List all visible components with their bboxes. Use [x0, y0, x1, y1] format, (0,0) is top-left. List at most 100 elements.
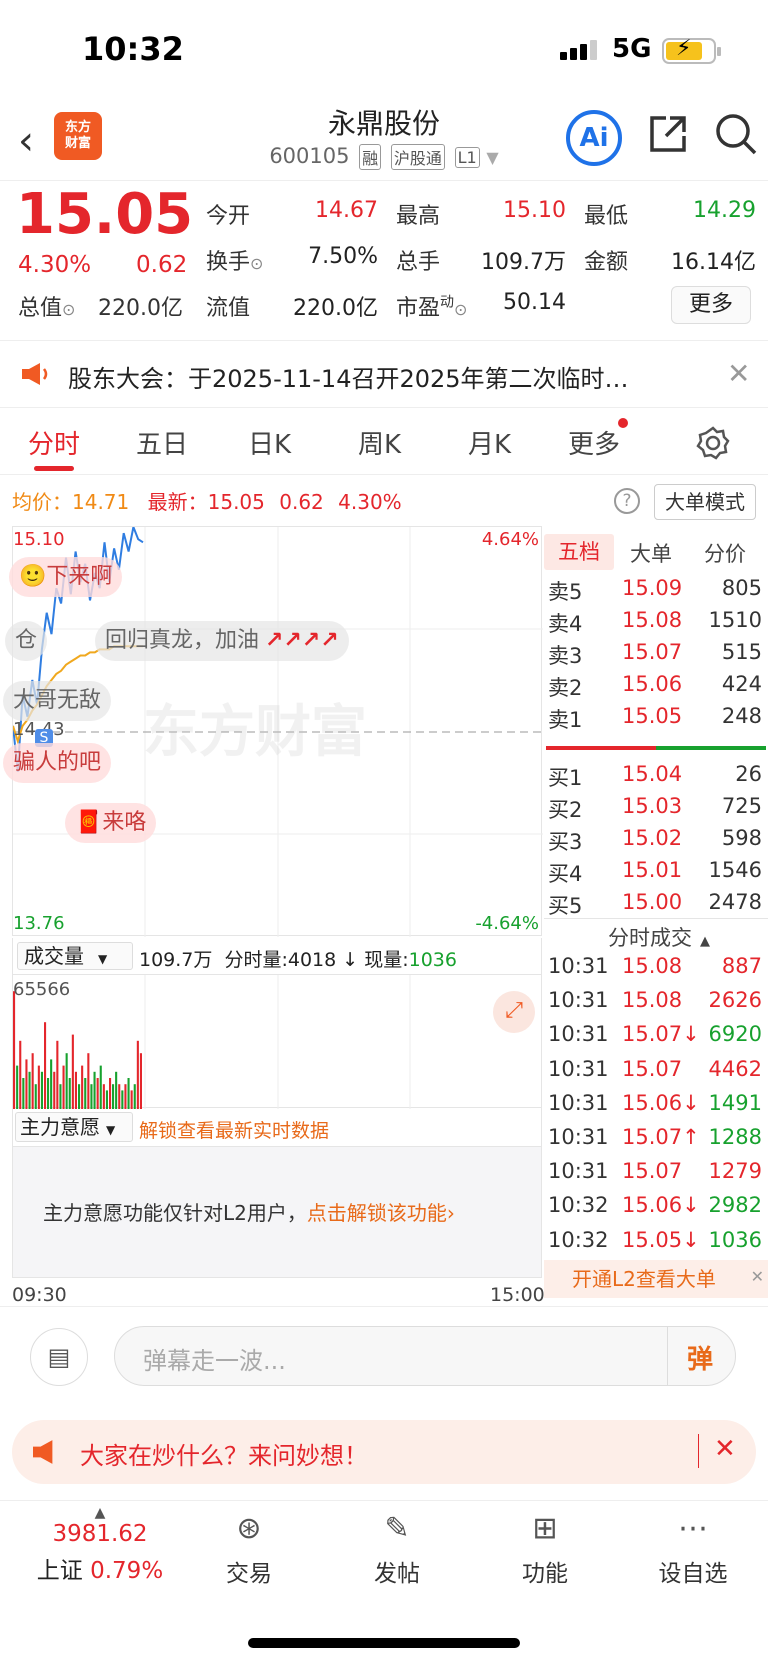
intent-panel: 主力意愿功能仅针对L2用户，点击解锁该功能›: [12, 1146, 542, 1278]
search-icon[interactable]: [714, 112, 758, 156]
orderbook-row: 买4 15.01 1546: [544, 858, 768, 890]
trade-price: 15.07↑: [622, 1125, 700, 1149]
orderbook-row: 卖1 15.05 248: [544, 704, 768, 736]
nav-watchlist[interactable]: ⋯ 设自选: [618, 1511, 768, 1588]
info-icon[interactable]: ⊙: [454, 300, 467, 319]
volume-bar: [99, 1065, 102, 1109]
nav-functions[interactable]: ⊞ 功能: [470, 1511, 620, 1588]
list-settings-icon[interactable]: ▤: [30, 1328, 88, 1386]
ask-volume: 248: [721, 704, 762, 728]
trade-volume: 1288: [708, 1125, 762, 1149]
trade-time: 10:32: [548, 1193, 609, 1218]
trade-volume: 1279: [708, 1159, 762, 1184]
danmu-text: 大哥无敌: [13, 688, 102, 713]
volume-bar: [78, 1084, 81, 1109]
trade-row: 10:32 15.05↓ 1036: [544, 1228, 768, 1260]
volume-bar: [130, 1090, 133, 1109]
tab-monthly-k[interactable]: 月K: [468, 424, 511, 461]
unlock-link[interactable]: 解锁查看最新实时数据: [139, 1116, 329, 1143]
dropdown-icon[interactable]: ▼: [486, 148, 498, 167]
comment-input[interactable]: 弹幕走一波... 弹: [114, 1326, 736, 1386]
time-end: 15:00: [490, 1284, 545, 1306]
turnover-label-text: 换手: [206, 250, 251, 275]
volume-chart[interactable]: 65566 ⤢: [12, 974, 542, 1109]
l2-banner[interactable]: 开通L2查看大单 ✕: [544, 1260, 768, 1298]
share-icon[interactable]: [648, 114, 688, 154]
danmu-text: 仓: [15, 628, 38, 653]
trade-price: 15.06↓: [622, 1193, 700, 1218]
unlock-feature-link[interactable]: 点击解锁该功能: [307, 1201, 447, 1225]
tab-weekly-k[interactable]: 周K: [358, 424, 401, 461]
index-ticker[interactable]: ▲ 3981.62 上证 0.79%: [30, 1505, 170, 1585]
trade-time: 10:31: [548, 1159, 609, 1184]
intraday-chart[interactable]: 东方财富 15.10 13.76 4.64% -4.64% 14.43 S 🙂下…: [3, 526, 543, 937]
volume-bar: [19, 1040, 22, 1109]
rising-icon: ↗↗↗↗: [265, 628, 339, 653]
bid-label: 买1: [548, 766, 583, 790]
volume-bar: [109, 1078, 112, 1109]
pe-label: 市盈动⊙: [396, 290, 467, 322]
tab-bigorder[interactable]: 大单: [630, 538, 672, 568]
expand-icon[interactable]: ⤢: [493, 991, 535, 1033]
danmu-text: 回归真龙，加油: [105, 628, 260, 653]
gear-icon[interactable]: [696, 426, 730, 460]
danmu-item: 回归真龙，加油 ↗↗↗↗: [95, 621, 349, 661]
more-button[interactable]: 更多: [671, 286, 751, 324]
tab-level5[interactable]: 五档: [544, 534, 614, 570]
ask-strength-bar: [546, 746, 656, 750]
close-icon[interactable]: ✕: [751, 1258, 764, 1296]
notice-text: 股东大会：于2025-11-14召开2025年第二次临时…: [68, 365, 629, 393]
close-icon[interactable]: ✕: [727, 357, 750, 390]
danmu-item: 🧧来咯: [65, 803, 157, 843]
info-icon[interactable]: ⊙: [62, 300, 75, 319]
ask-price: 15.06: [622, 672, 683, 696]
bigorder-mode-button[interactable]: 大单模式: [654, 484, 756, 520]
trade-row: 10:31 15.07↓ 6920: [544, 1022, 768, 1054]
grid-icon: ⊞: [532, 1511, 558, 1546]
index-value: 3981.62: [52, 1521, 148, 1547]
trade-row: 10:31 15.08 2626: [544, 988, 768, 1020]
bid-label: 买2: [548, 798, 583, 822]
notice-bar[interactable]: 股东大会：于2025-11-14召开2025年第二次临时… ✕: [0, 340, 768, 408]
trades-title[interactable]: 分时成交 ▲: [608, 922, 710, 952]
volume-bar: [90, 1084, 93, 1109]
volume-bar: [53, 1071, 56, 1109]
intent-dropdown[interactable]: 主力意愿 ▼: [15, 1112, 133, 1142]
volume-bar: [71, 1034, 74, 1109]
trade-volume: 2982: [708, 1193, 762, 1218]
ai-button[interactable]: Ai: [566, 110, 622, 166]
volume-bar: [28, 1071, 31, 1109]
volume-bar: [34, 1084, 37, 1109]
tab-five-day[interactable]: 五日: [136, 424, 188, 461]
tab-daily-k[interactable]: 日K: [248, 424, 291, 461]
volume-bar: [93, 1071, 96, 1109]
latest-label: 最新：: [147, 490, 208, 514]
home-indicator[interactable]: [248, 1638, 520, 1648]
volume-bar: [102, 1084, 105, 1109]
close-icon[interactable]: ✕: [714, 1434, 736, 1464]
l2-banner-text: 开通L2查看大单: [572, 1267, 716, 1291]
chevron-right-icon: ›: [446, 1201, 455, 1225]
tab-intraday[interactable]: 分时: [28, 424, 80, 461]
ask-price: 15.08: [622, 608, 683, 632]
open-value: 14.67: [315, 198, 378, 223]
sort-up-icon: ▲: [700, 934, 710, 949]
danmu-toggle-button[interactable]: 弹: [687, 1339, 713, 1376]
tab-price-dist[interactable]: 分价: [704, 538, 746, 568]
help-icon[interactable]: ?: [614, 488, 640, 514]
tab-more[interactable]: 更多: [568, 418, 629, 461]
volume-bar: [115, 1071, 118, 1109]
trade-row: 10:31 15.07↑ 1288: [544, 1125, 768, 1157]
volume-dropdown[interactable]: 成交量 ▼: [17, 942, 133, 970]
info-icon[interactable]: ⊙: [250, 254, 263, 273]
volume-bar: [136, 1040, 139, 1109]
ask-banner[interactable]: 大家在炒什么？来问妙想！ ✕: [12, 1420, 756, 1484]
bid-volume: 1546: [708, 858, 762, 882]
nav-trade[interactable]: ⊛ 交易: [174, 1511, 324, 1588]
trade-time: 10:32: [548, 1227, 609, 1252]
danmu-item: 仓: [5, 621, 48, 661]
watermark: 东方财富: [143, 700, 367, 765]
nav-post[interactable]: ✎ 发帖: [322, 1511, 472, 1588]
trade-time: 10:31: [548, 988, 609, 1013]
trade-row: 10:31 15.07 4462: [544, 1057, 768, 1089]
